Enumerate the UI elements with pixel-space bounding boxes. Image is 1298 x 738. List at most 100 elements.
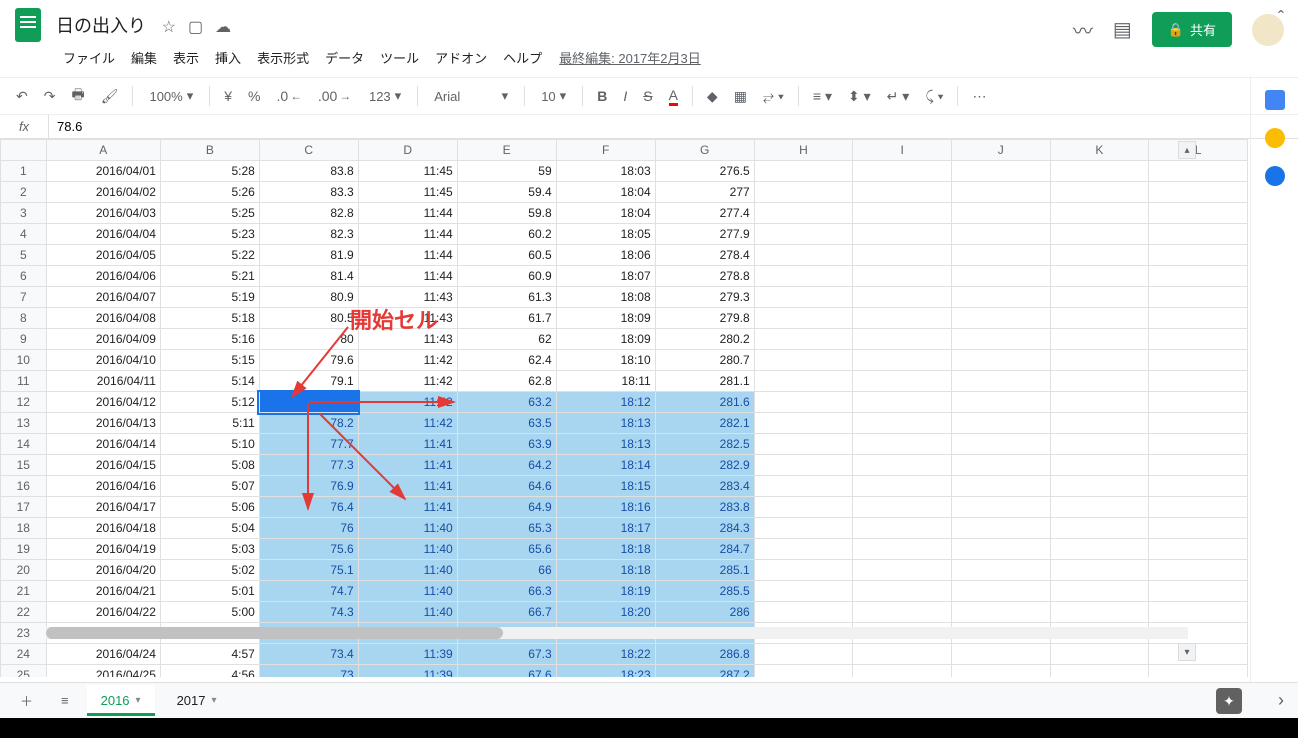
cell[interactable]: 279.3 (655, 287, 754, 308)
cell[interactable] (951, 266, 1050, 287)
cell[interactable] (951, 224, 1050, 245)
cell[interactable]: 60.9 (457, 266, 556, 287)
cell[interactable]: 11:39 (358, 665, 457, 678)
cell[interactable] (259, 392, 358, 413)
more-button[interactable]: ⋯ (966, 84, 992, 109)
cell[interactable] (951, 602, 1050, 623)
cell[interactable]: 5:01 (160, 581, 259, 602)
row-header[interactable]: 9 (1, 329, 47, 350)
italic-button[interactable]: I (617, 84, 633, 108)
cell[interactable]: 11:40 (358, 518, 457, 539)
scroll-up-icon[interactable]: ▴ (1178, 141, 1196, 159)
cell[interactable]: 18:06 (556, 245, 655, 266)
cell[interactable]: 11:42 (358, 371, 457, 392)
cell[interactable] (951, 161, 1050, 182)
zoom-dropdown[interactable]: 100% ▾ (141, 84, 201, 108)
cell[interactable]: 11:41 (358, 434, 457, 455)
dec-decimal-button[interactable]: .0← (271, 84, 308, 108)
cell[interactable] (754, 287, 853, 308)
row-header[interactable]: 12 (1, 392, 47, 413)
row-header[interactable]: 23 (1, 623, 47, 644)
cell[interactable]: 66 (457, 560, 556, 581)
cell[interactable] (1050, 350, 1149, 371)
cell[interactable] (1050, 392, 1149, 413)
cell[interactable]: 79.1 (259, 371, 358, 392)
cell[interactable]: 284.3 (655, 518, 754, 539)
cell[interactable]: 63.2 (457, 392, 556, 413)
row-header[interactable]: 21 (1, 581, 47, 602)
cell[interactable]: 5:12 (160, 392, 259, 413)
row-header[interactable]: 25 (1, 665, 47, 678)
cell[interactable] (951, 644, 1050, 665)
wrap-button[interactable]: ↵ ▾ (881, 84, 916, 109)
cell[interactable] (1149, 308, 1248, 329)
comments-icon[interactable]: ▤ (1113, 17, 1132, 42)
cell[interactable]: 2016/04/11 (46, 371, 160, 392)
cell[interactable] (853, 602, 952, 623)
cell[interactable] (1149, 539, 1248, 560)
cell[interactable]: 59 (457, 161, 556, 182)
row-header[interactable]: 2 (1, 182, 47, 203)
cell[interactable] (1149, 665, 1248, 678)
cell[interactable] (951, 371, 1050, 392)
cell[interactable] (1149, 476, 1248, 497)
cell[interactable] (754, 266, 853, 287)
strike-button[interactable]: S (637, 84, 658, 108)
cell[interactable]: 2016/04/08 (46, 308, 160, 329)
col-header-B[interactable]: B (160, 140, 259, 161)
row-header[interactable]: 16 (1, 476, 47, 497)
cell[interactable] (1149, 161, 1248, 182)
cell[interactable] (1149, 581, 1248, 602)
cell[interactable] (853, 203, 952, 224)
cell[interactable] (1050, 539, 1149, 560)
share-button[interactable]: 🔒 共有 (1152, 12, 1232, 47)
cell[interactable]: 2016/04/20 (46, 560, 160, 581)
cell[interactable] (1050, 497, 1149, 518)
cell[interactable] (754, 413, 853, 434)
cell[interactable] (853, 539, 952, 560)
cell[interactable]: 62.8 (457, 371, 556, 392)
cell[interactable] (853, 392, 952, 413)
cell[interactable] (1149, 182, 1248, 203)
cell[interactable]: 18:22 (556, 644, 655, 665)
cell[interactable] (853, 644, 952, 665)
cell[interactable] (951, 413, 1050, 434)
collapse-toolbar-icon[interactable]: ˆ (1278, 8, 1284, 29)
cell[interactable]: 66.7 (457, 602, 556, 623)
cell[interactable]: 276.5 (655, 161, 754, 182)
cell[interactable] (754, 539, 853, 560)
cell[interactable]: 11:40 (358, 539, 457, 560)
cell[interactable]: 18:07 (556, 266, 655, 287)
explore-button[interactable]: ✦ (1216, 688, 1242, 714)
row-header[interactable]: 1 (1, 161, 47, 182)
sheets-logo[interactable] (8, 5, 48, 45)
cell[interactable] (951, 665, 1050, 678)
col-header-K[interactable]: K (1050, 140, 1149, 161)
cell[interactable]: 2016/04/07 (46, 287, 160, 308)
menu-insert[interactable]: 挿入 (208, 44, 248, 71)
cell[interactable]: 80.5 (259, 308, 358, 329)
cell[interactable]: 277 (655, 182, 754, 203)
cell[interactable]: 5:10 (160, 434, 259, 455)
scroll-down-icon[interactable]: ▾ (1178, 643, 1196, 661)
cell[interactable]: 5:04 (160, 518, 259, 539)
cell[interactable]: 282.9 (655, 455, 754, 476)
cell[interactable]: 285.5 (655, 581, 754, 602)
cell[interactable]: 61.3 (457, 287, 556, 308)
row-header[interactable]: 14 (1, 434, 47, 455)
col-header-I[interactable]: I (853, 140, 952, 161)
cell[interactable] (754, 245, 853, 266)
cell[interactable] (853, 413, 952, 434)
cell[interactable] (951, 245, 1050, 266)
valign-button[interactable]: ⬍ ▾ (842, 84, 877, 109)
cell[interactable]: 64.2 (457, 455, 556, 476)
cell[interactable]: 280.7 (655, 350, 754, 371)
cell[interactable]: 64.9 (457, 497, 556, 518)
row-header[interactable]: 11 (1, 371, 47, 392)
cell[interactable]: 18:18 (556, 539, 655, 560)
cell[interactable]: 75.1 (259, 560, 358, 581)
more-formats-dropdown[interactable]: 123▾ (361, 84, 409, 108)
cell[interactable]: 77.3 (259, 455, 358, 476)
cell[interactable]: 62 (457, 329, 556, 350)
move-icon[interactable]: ▢ (188, 17, 203, 37)
